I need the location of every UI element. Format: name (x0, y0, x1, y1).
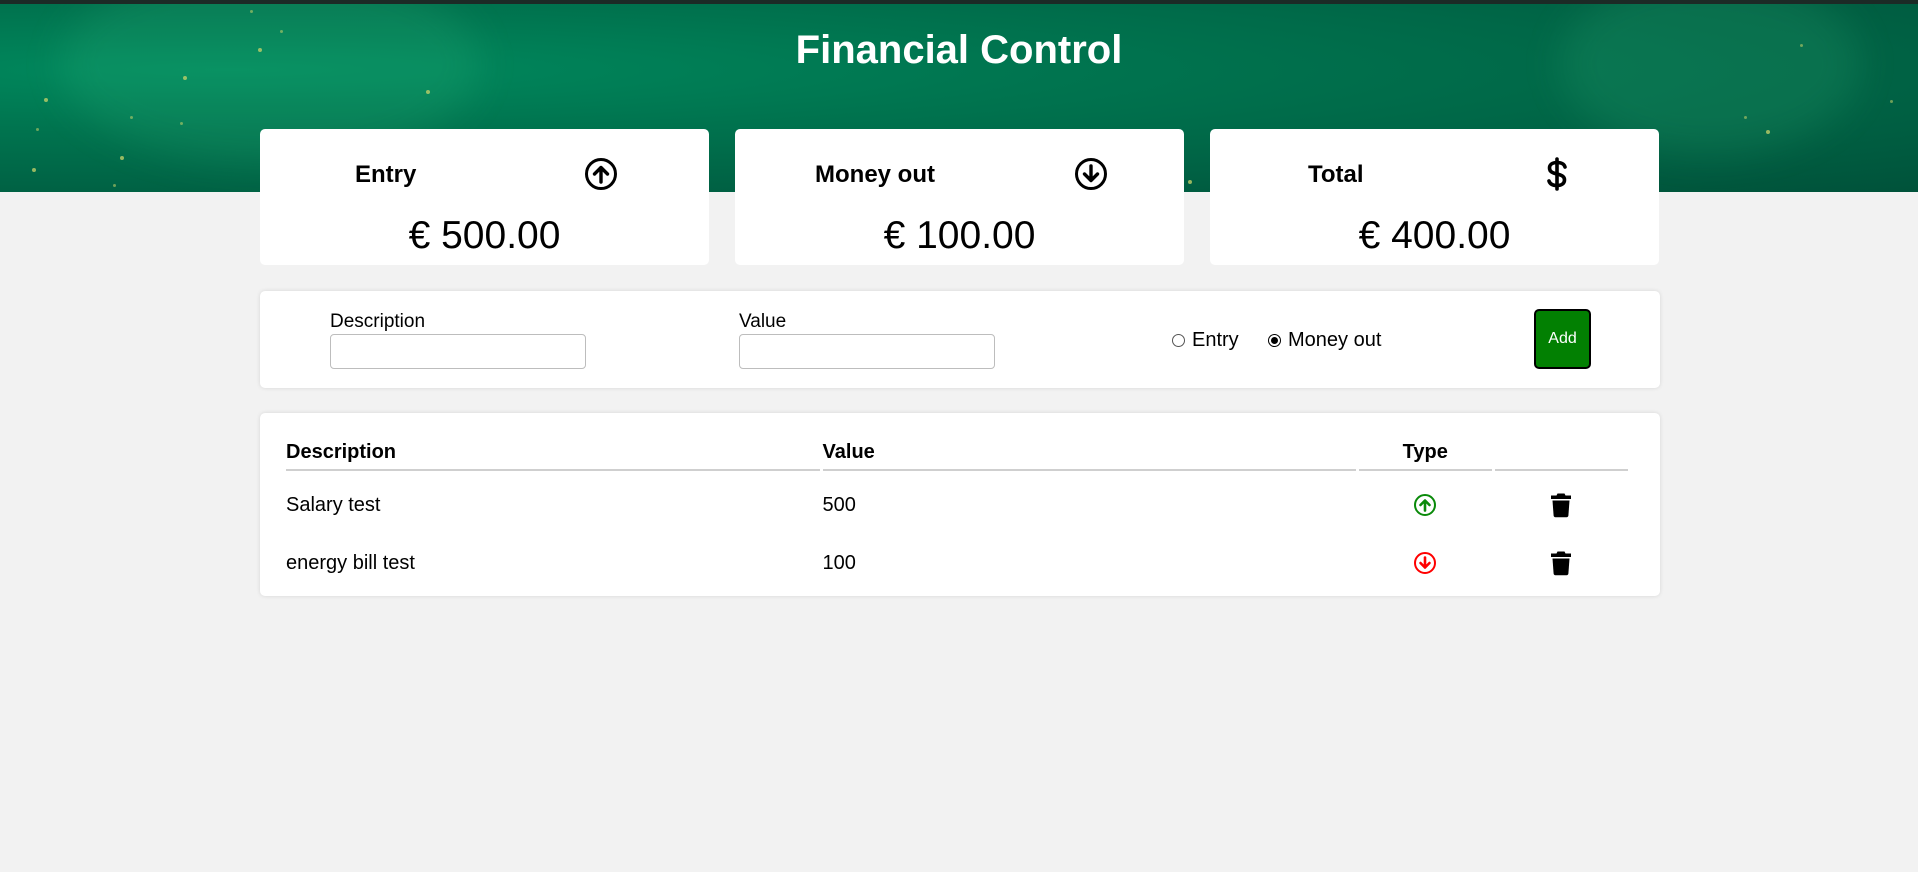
radio-entry-button[interactable] (1172, 334, 1185, 347)
page-title: Financial Control (795, 28, 1123, 72)
arrow-down-circle-icon (1414, 552, 1437, 574)
transactions-table: Description Value Type Salary test 500 e… (283, 435, 1631, 587)
row-actions (1495, 539, 1628, 587)
trash-icon[interactable] (1550, 492, 1572, 518)
money-out-card-label: Money out (815, 161, 935, 188)
entry-total-value: € 500.00 (408, 214, 561, 257)
arrow-up-circle-icon (1414, 494, 1437, 516)
arrow-up-circle-icon (585, 158, 617, 190)
table-row: energy bill test 100 (286, 539, 1628, 587)
transactions-panel: Description Value Type Salary test 500 e… (260, 413, 1660, 596)
column-header-actions (1494, 435, 1628, 471)
money-out-summary-card: Money out € 100.00 (735, 129, 1184, 265)
add-button[interactable]: Add (1534, 309, 1591, 369)
total-summary-card: Total € 400.00 (1210, 129, 1659, 265)
add-transaction-form: Description Value Entry Money out Add (260, 291, 1660, 388)
row-description: Salary test (286, 493, 381, 516)
balance-total-value: € 400.00 (1358, 214, 1511, 257)
row-type (1359, 539, 1492, 587)
column-header-description: Description (286, 435, 820, 471)
value-input[interactable] (739, 334, 995, 369)
table-row: Salary test 500 (286, 471, 1628, 539)
row-type (1359, 471, 1492, 539)
radio-money-out-label: Money out (1288, 329, 1382, 351)
arrow-down-circle-icon (1075, 158, 1107, 190)
value-field-label: Value (739, 311, 787, 332)
radio-entry-label: Entry (1192, 329, 1239, 351)
radio-entry[interactable]: Entry (1172, 329, 1239, 352)
entry-card-label: Entry (355, 161, 417, 188)
description-input[interactable] (330, 334, 586, 369)
radio-money-out[interactable]: Money out (1268, 329, 1381, 352)
row-value: 100 (822, 551, 856, 574)
row-value: 500 (822, 493, 856, 516)
table-header-row: Description Value Type (286, 435, 1628, 471)
dollar-sign-icon (1547, 157, 1567, 191)
entry-summary-card: Entry € 500.00 (260, 129, 709, 265)
money-out-total-value: € 100.00 (883, 214, 1036, 257)
row-description: energy bill test (286, 551, 415, 574)
trash-icon[interactable] (1550, 550, 1572, 576)
column-header-value: Value (822, 435, 1356, 471)
column-header-type: Type (1358, 435, 1492, 471)
total-card-label: Total (1308, 161, 1364, 188)
description-field-label: Description (330, 311, 426, 332)
radio-money-out-button[interactable] (1268, 334, 1281, 347)
row-actions (1495, 471, 1628, 539)
